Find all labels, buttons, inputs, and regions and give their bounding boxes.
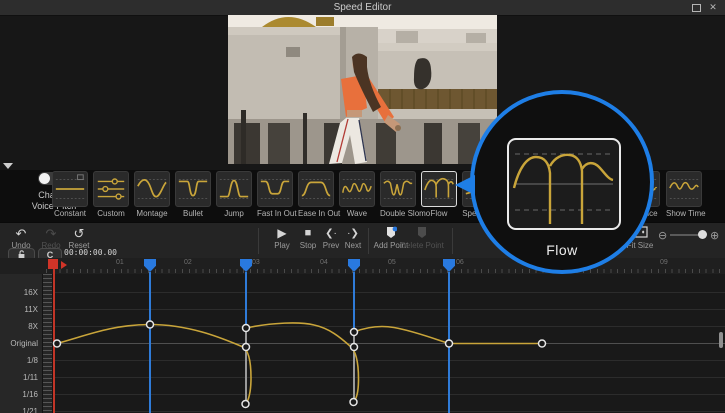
preset-flow[interactable]: Flow: [421, 171, 457, 218]
jump-curve-icon: [217, 172, 251, 206]
ruler-time-label: 02: [184, 259, 192, 266]
ruler-time-label: 03: [252, 259, 260, 266]
curve-control-point[interactable]: [243, 325, 250, 332]
zoom-in-icon[interactable]: ⊕: [710, 229, 719, 242]
next-button[interactable]: ·❯ Next: [340, 226, 366, 250]
ruler-time-label: 04: [320, 259, 328, 266]
callout-arrow-icon: [455, 175, 475, 195]
video-preview: [228, 15, 497, 164]
constant-curve-icon: [53, 172, 87, 206]
ruler-time-label: 01: [116, 259, 124, 266]
zoom-slider-handle[interactable]: [698, 230, 707, 239]
curve-control-point[interactable]: [446, 340, 453, 347]
speed-curve-panel: 16X11X8XOriginal1/81/111/161/21: [0, 274, 725, 413]
show-time-curve-icon: [667, 172, 701, 206]
undo-icon: ↶: [6, 226, 36, 241]
title-bar: Speed Editor ✕: [0, 0, 725, 16]
curve-control-point[interactable]: [351, 329, 358, 336]
preset-bullet[interactable]: Bullet: [175, 171, 211, 218]
close-button[interactable]: ✕: [706, 2, 720, 13]
preset-list: Constant Custom Montage: [52, 171, 498, 218]
montage-curve-icon: [135, 172, 169, 206]
delete-point-button[interactable]: Delete Point: [398, 226, 446, 250]
reset-button[interactable]: ↺ Reset: [62, 226, 96, 250]
reset-icon: ↺: [62, 226, 96, 241]
maximize-icon: [692, 4, 701, 12]
vertical-scrollbar[interactable]: [719, 332, 723, 348]
double-slomo-curve-icon: [381, 172, 415, 206]
next-icon: ·❯: [340, 226, 366, 241]
curve-control-point[interactable]: [243, 344, 250, 351]
wave-curve-icon: [340, 172, 374, 206]
ruler-time-label: 06: [456, 259, 464, 266]
curve-control-point[interactable]: [242, 401, 249, 408]
playhead-arrow-icon: [61, 261, 67, 269]
playhead-handle[interactable]: [48, 259, 58, 269]
ruler-time-label: 09: [660, 259, 668, 266]
preset-custom[interactable]: Custom: [93, 171, 129, 218]
fast-in-out-curve-icon: [258, 172, 292, 206]
bullet-curve-icon: [176, 172, 210, 206]
toggle-knob: [39, 173, 50, 184]
flow-magnifier-callout: Flow: [470, 90, 654, 274]
window-title: Speed Editor: [0, 2, 725, 13]
preset-fast-in-out[interactable]: Fast In Out: [257, 171, 293, 218]
preset-ease-in-out[interactable]: Ease In Out: [298, 171, 334, 218]
timeline-ruler[interactable]: 010203040506070809: [0, 258, 725, 275]
custom-sliders-icon: [94, 172, 128, 206]
preset-double-slomo[interactable]: Double Slomo: [380, 171, 416, 218]
preset-show-time[interactable]: Show Time: [666, 171, 702, 218]
curve-control-point[interactable]: [54, 340, 61, 347]
delete-point-flag-icon: [398, 226, 446, 241]
flow-curve-large-icon: [509, 140, 619, 228]
preset-wave[interactable]: Wave: [339, 171, 375, 218]
zoom-out-icon[interactable]: ⊖: [658, 229, 667, 242]
undo-button[interactable]: ↶ Undo: [6, 226, 36, 250]
timecode-display: 00:00:00.00: [64, 248, 117, 257]
flow-curve-icon: [422, 172, 456, 206]
collapse-panel-icon[interactable]: [3, 163, 13, 169]
preset-constant[interactable]: Constant: [52, 171, 88, 218]
toolbar-separator: [258, 228, 259, 254]
curve-control-point[interactable]: [351, 344, 358, 351]
speed-editor-window: Speed Editor ✕: [0, 0, 725, 413]
toolbar-separator: [368, 228, 369, 254]
curve-control-point[interactable]: [350, 399, 357, 406]
video-frame-image: [228, 15, 497, 164]
speed-curve[interactable]: [0, 274, 725, 413]
toolbar-separator: [452, 228, 453, 254]
curve-control-point[interactable]: [539, 340, 546, 347]
ease-in-out-curve-icon: [299, 172, 333, 206]
preset-montage[interactable]: Montage: [134, 171, 170, 218]
callout-label: Flow: [474, 242, 650, 258]
ruler-time-label: 05: [388, 259, 396, 266]
maximize-button[interactable]: [689, 2, 703, 13]
flow-preset-enlarged: [507, 138, 621, 230]
preset-jump[interactable]: Jump: [216, 171, 252, 218]
curve-control-point[interactable]: [147, 321, 154, 328]
